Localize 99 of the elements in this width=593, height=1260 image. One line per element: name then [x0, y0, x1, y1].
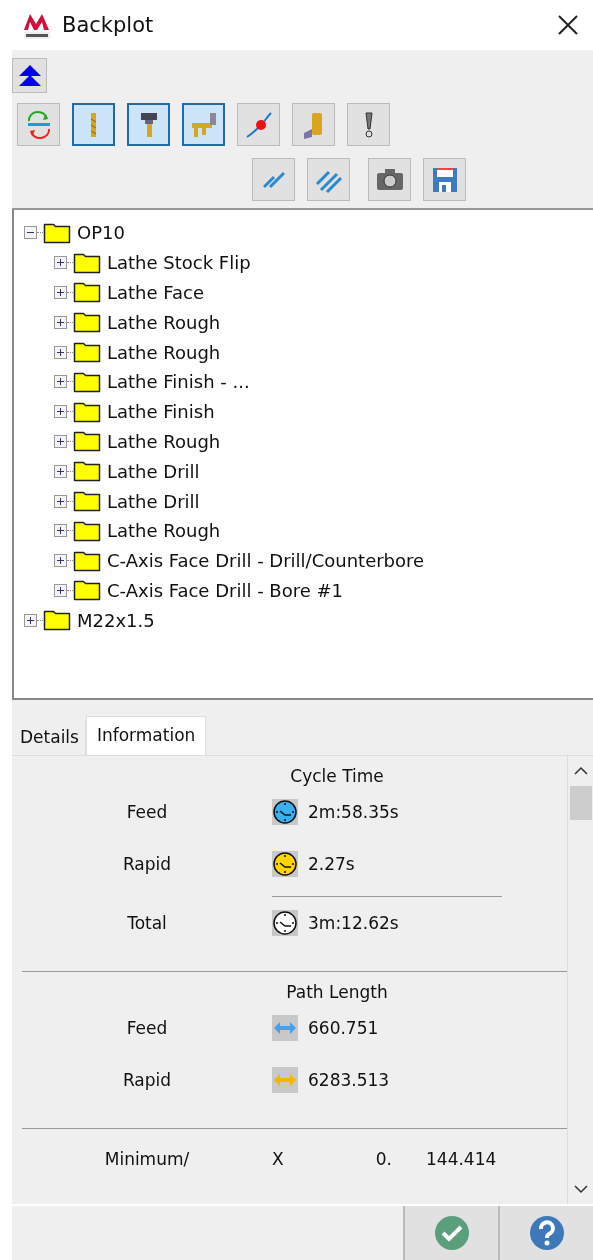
- plus-icon: [57, 408, 64, 416]
- tree-item-label[interactable]: C-Axis Face Drill - Bore #1: [107, 579, 344, 601]
- section-heading: Path Length: [285, 982, 389, 1002]
- collapse-button[interactable]: [12, 58, 47, 93]
- tree-item-label[interactable]: Lathe Drill: [107, 460, 200, 482]
- maximum-value: 144.414: [426, 1149, 497, 1169]
- drill-bit-icon: [90, 111, 97, 138]
- plus-icon: [57, 259, 64, 267]
- field-label: Feed: [125, 802, 169, 822]
- clock-icon: [272, 851, 298, 877]
- folder-icon: [73, 400, 101, 423]
- plus-icon: [57, 437, 64, 445]
- plus-icon: [57, 557, 64, 565]
- toolbar-button[interactable]: [423, 158, 466, 201]
- toolbar-button[interactable]: [368, 158, 411, 201]
- expand-toggle[interactable]: [54, 286, 67, 299]
- field-value: 3m:12.62s: [308, 913, 399, 933]
- toolbar-button[interactable]: [347, 103, 390, 146]
- plus-icon: [57, 318, 64, 326]
- folder-icon: [73, 490, 101, 513]
- field-value: 2.27s: [308, 854, 355, 874]
- field-label: Feed: [125, 1018, 169, 1038]
- clock-icon: [272, 910, 298, 936]
- tree-item-label[interactable]: Lathe Finish - ...: [107, 371, 250, 393]
- field-label: Total: [126, 913, 168, 933]
- expand-toggle[interactable]: [54, 375, 67, 389]
- tree-item-label[interactable]: Lathe Rough: [107, 430, 221, 452]
- expand-toggle[interactable]: [54, 583, 67, 597]
- vertical-scrollbar[interactable]: [567, 756, 593, 1204]
- axis-label: X: [272, 1149, 285, 1169]
- tree-item-label[interactable]: Lathe Stock Flip: [107, 252, 251, 274]
- folder-icon: [73, 519, 101, 542]
- hatch-lines-icon: [262, 170, 285, 189]
- expand-toggle[interactable]: [24, 613, 37, 627]
- folder-icon: [73, 579, 101, 602]
- plus-icon: [57, 289, 64, 296]
- expand-toggle[interactable]: [54, 554, 67, 568]
- folder-icon: [73, 281, 101, 304]
- tree-item-label[interactable]: Lathe Finish: [107, 401, 215, 423]
- tree-item-label[interactable]: OP10: [77, 222, 125, 244]
- toolbar-button[interactable]: [17, 103, 60, 146]
- expand-toggle[interactable]: [54, 315, 67, 329]
- exclamation-icon: [364, 111, 373, 138]
- tab[interactable]: Information: [85, 716, 207, 755]
- tree-item-label[interactable]: C-Axis Face Drill - Drill/Counterbore: [107, 550, 425, 572]
- field-value: 660.751: [308, 1018, 379, 1038]
- checkmark-icon: [433, 1215, 470, 1251]
- expand-toggle[interactable]: [54, 494, 67, 508]
- plus-icon: [57, 378, 64, 386]
- minus-icon: [27, 232, 34, 234]
- tree-item-label[interactable]: Lathe Rough: [107, 311, 221, 333]
- chevron-down-icon: [572, 1184, 589, 1194]
- folder-icon: [73, 549, 101, 572]
- expand-toggle[interactable]: [54, 256, 67, 270]
- folder-icon: [73, 370, 101, 393]
- folder-icon: [43, 609, 71, 632]
- toolbar-button[interactable]: [182, 103, 225, 146]
- toolbar-button[interactable]: [72, 103, 115, 146]
- folder-icon: [73, 251, 101, 274]
- field-label: Rapid: [121, 854, 173, 874]
- close-button[interactable]: [557, 14, 579, 36]
- expand-toggle[interactable]: [54, 464, 67, 478]
- collapse-toggle[interactable]: [24, 226, 37, 240]
- expand-toggle[interactable]: [54, 345, 67, 359]
- scrollbar-thumb[interactable]: [569, 786, 592, 820]
- help-icon: [528, 1215, 565, 1251]
- section-heading: Cycle Time: [289, 766, 385, 786]
- tree-item-label[interactable]: Lathe Rough: [107, 341, 221, 363]
- plus-icon: [57, 497, 64, 505]
- folder-icon: [73, 311, 101, 334]
- field-label: Minimum/: [103, 1149, 191, 1169]
- plus-icon: [57, 527, 64, 535]
- folder-icon: [73, 460, 101, 483]
- close-icon: [557, 14, 579, 36]
- toolbar-button[interactable]: [127, 103, 170, 146]
- toolbar-button[interactable]: [237, 103, 280, 146]
- tree-item-label[interactable]: Lathe Drill: [107, 490, 200, 512]
- plus-icon: [57, 586, 64, 594]
- minimum-value: 0.: [374, 1149, 392, 1169]
- window-title: Backplot: [62, 13, 155, 37]
- folder-icon: [73, 341, 101, 364]
- help-button[interactable]: [498, 1206, 593, 1260]
- plus-icon: [57, 348, 64, 356]
- tree-item-label[interactable]: Lathe Face: [107, 282, 205, 303]
- expand-toggle[interactable]: [54, 405, 67, 419]
- field-value: 2m:58.35s: [308, 802, 399, 822]
- field-value: 6283.513: [308, 1070, 390, 1090]
- chevron-up-icon: [572, 766, 589, 776]
- toolbar-button[interactable]: [292, 103, 335, 146]
- tree-item-label[interactable]: M22x1.5: [77, 609, 155, 631]
- field-label: Rapid: [121, 1070, 173, 1090]
- plus-icon: [27, 616, 34, 624]
- plus-icon: [57, 467, 64, 475]
- expand-toggle[interactable]: [54, 434, 67, 448]
- tree-item-label[interactable]: Lathe Rough: [107, 520, 221, 542]
- clock-icon: [272, 799, 298, 825]
- folder-icon: [73, 430, 101, 453]
- folder-icon: [43, 221, 71, 244]
- expand-toggle[interactable]: [54, 524, 67, 538]
